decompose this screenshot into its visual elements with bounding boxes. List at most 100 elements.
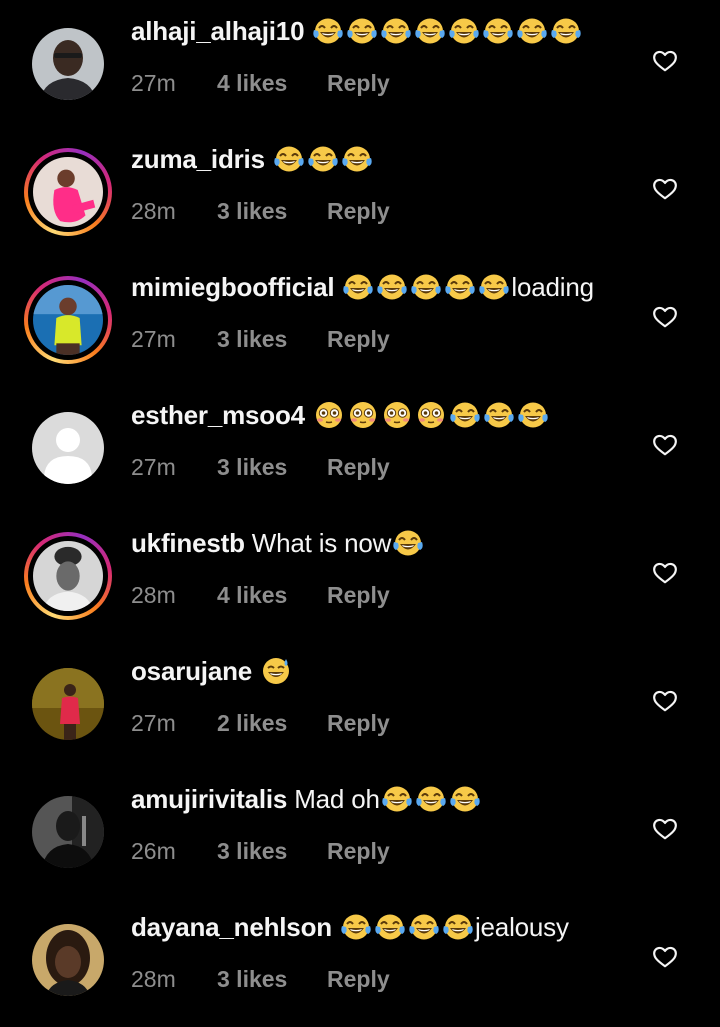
avatar[interactable]: [24, 916, 112, 1004]
face-with-tears-of-joy-emoji: [549, 16, 583, 46]
reply-button[interactable]: Reply: [327, 454, 390, 481]
comment-text: What is now: [251, 528, 392, 558]
username-link[interactable]: dayana_nehlson: [131, 912, 332, 942]
avatar-image: [32, 28, 104, 100]
avatar[interactable]: [24, 788, 112, 876]
avatar-image: [32, 796, 104, 868]
flushed-face-emoji: [312, 400, 346, 430]
heart-outline-icon[interactable]: [652, 176, 678, 202]
face-with-tears-of-joy-emoji: [515, 16, 549, 46]
avatar-image: [32, 668, 104, 740]
avatar-image: [33, 541, 103, 611]
reply-button[interactable]: Reply: [327, 710, 390, 737]
face-with-tears-of-joy-emoji: [272, 144, 306, 174]
face-with-tears-of-joy-emoji: [447, 16, 481, 46]
avatar[interactable]: [24, 404, 112, 492]
likes-count-button[interactable]: 3 likes: [217, 454, 327, 481]
face-with-tears-of-joy-emoji: [409, 272, 443, 302]
timestamp: 27m: [131, 454, 176, 480]
likes-count-button[interactable]: 3 likes: [217, 966, 327, 993]
username-link[interactable]: amujirivitalis: [131, 784, 287, 814]
timestamp: 28m: [131, 198, 176, 224]
face-with-tears-of-joy-emoji: [448, 400, 482, 430]
comment-meta: 27m 3 likes Reply: [131, 326, 390, 353]
username-link[interactable]: alhaji_alhaji10: [131, 16, 305, 46]
face-with-tears-of-joy-emoji: [443, 272, 477, 302]
comment-body: osarujane: [131, 656, 293, 686]
comment-body: ukfinestb What is now: [131, 528, 425, 558]
username-link[interactable]: mimiegboofficial: [131, 272, 335, 302]
reply-button[interactable]: Reply: [327, 966, 390, 993]
heart-outline-icon[interactable]: [652, 816, 678, 842]
grinning-face-with-sweat-emoji: [259, 656, 293, 686]
heart-outline-icon[interactable]: [652, 304, 678, 330]
comment-body: zuma_idris: [131, 144, 374, 174]
face-with-tears-of-joy-emoji: [339, 912, 373, 942]
face-with-tears-of-joy-emoji: [516, 400, 550, 430]
timestamp: 27m: [131, 70, 176, 96]
timestamp: 26m: [131, 838, 176, 864]
comment-text-after: loading: [511, 272, 594, 302]
timestamp: 28m: [131, 582, 176, 608]
flushed-face-emoji: [346, 400, 380, 430]
timestamp: 27m: [131, 326, 176, 352]
face-with-tears-of-joy-emoji: [413, 16, 447, 46]
face-with-tears-of-joy-emoji: [448, 784, 482, 814]
heart-outline-icon[interactable]: [652, 432, 678, 458]
comment-meta: 28m 3 likes Reply: [131, 966, 390, 993]
avatar[interactable]: [24, 148, 112, 236]
avatar-image: [32, 924, 104, 996]
username-link[interactable]: osarujane: [131, 656, 252, 686]
likes-count-button[interactable]: 2 likes: [217, 710, 327, 737]
face-with-tears-of-joy-emoji: [414, 784, 448, 814]
face-with-tears-of-joy-emoji: [482, 400, 516, 430]
face-with-tears-of-joy-emoji: [345, 16, 379, 46]
comment-meta: 27m 2 likes Reply: [131, 710, 390, 737]
avatar-image: [32, 412, 104, 484]
face-with-tears-of-joy-emoji: [380, 784, 414, 814]
comment-body: amujirivitalis Mad oh: [131, 784, 482, 814]
likes-count-button[interactable]: 3 likes: [217, 198, 327, 225]
face-with-tears-of-joy-emoji: [340, 144, 374, 174]
face-with-tears-of-joy-emoji: [481, 16, 515, 46]
comment-item: dayana_nehlson jealousy 28m 3 likes Reply: [0, 896, 720, 1024]
avatar[interactable]: [24, 660, 112, 748]
reply-button[interactable]: Reply: [327, 582, 390, 609]
reply-button[interactable]: Reply: [327, 198, 390, 225]
face-with-tears-of-joy-emoji: [477, 272, 511, 302]
heart-outline-icon[interactable]: [652, 48, 678, 74]
username-link[interactable]: zuma_idris: [131, 144, 265, 174]
comment-meta: 28m 3 likes Reply: [131, 198, 390, 225]
likes-count-button[interactable]: 4 likes: [217, 70, 327, 97]
comment-item: alhaji_alhaji10 27m 4 likes Reply: [0, 0, 720, 128]
likes-count-button[interactable]: 4 likes: [217, 582, 327, 609]
avatar[interactable]: [24, 532, 112, 620]
heart-outline-icon[interactable]: [652, 560, 678, 586]
comment-item: zuma_idris 28m 3 likes Reply: [0, 128, 720, 256]
username-link[interactable]: esther_msoo4: [131, 400, 305, 430]
likes-count-button[interactable]: 3 likes: [217, 838, 327, 865]
avatar[interactable]: [24, 20, 112, 108]
avatar[interactable]: [24, 276, 112, 364]
comment-meta: 26m 3 likes Reply: [131, 838, 390, 865]
comment-body: dayana_nehlson jealousy: [131, 912, 569, 942]
comment-body: mimiegboofficial loading: [131, 272, 594, 302]
face-with-tears-of-joy-emoji: [407, 912, 441, 942]
likes-count-button[interactable]: 3 likes: [217, 326, 327, 353]
comment-body: esther_msoo4: [131, 400, 550, 430]
flushed-face-emoji: [380, 400, 414, 430]
comment-item: esther_msoo4 27m 3 likes Reply: [0, 384, 720, 512]
heart-outline-icon[interactable]: [652, 944, 678, 970]
comment-item: osarujane 27m 2 likes Reply: [0, 640, 720, 768]
comment-meta: 28m 4 likes Reply: [131, 582, 390, 609]
reply-button[interactable]: Reply: [327, 70, 390, 97]
heart-outline-icon[interactable]: [652, 688, 678, 714]
face-with-tears-of-joy-emoji: [373, 912, 407, 942]
face-with-tears-of-joy-emoji: [341, 272, 375, 302]
username-link[interactable]: ukfinestb: [131, 528, 245, 558]
face-with-tears-of-joy-emoji: [375, 272, 409, 302]
face-with-tears-of-joy-emoji: [311, 16, 345, 46]
reply-button[interactable]: Reply: [327, 326, 390, 353]
reply-button[interactable]: Reply: [327, 838, 390, 865]
comment-text-after: jealousy: [474, 912, 569, 942]
